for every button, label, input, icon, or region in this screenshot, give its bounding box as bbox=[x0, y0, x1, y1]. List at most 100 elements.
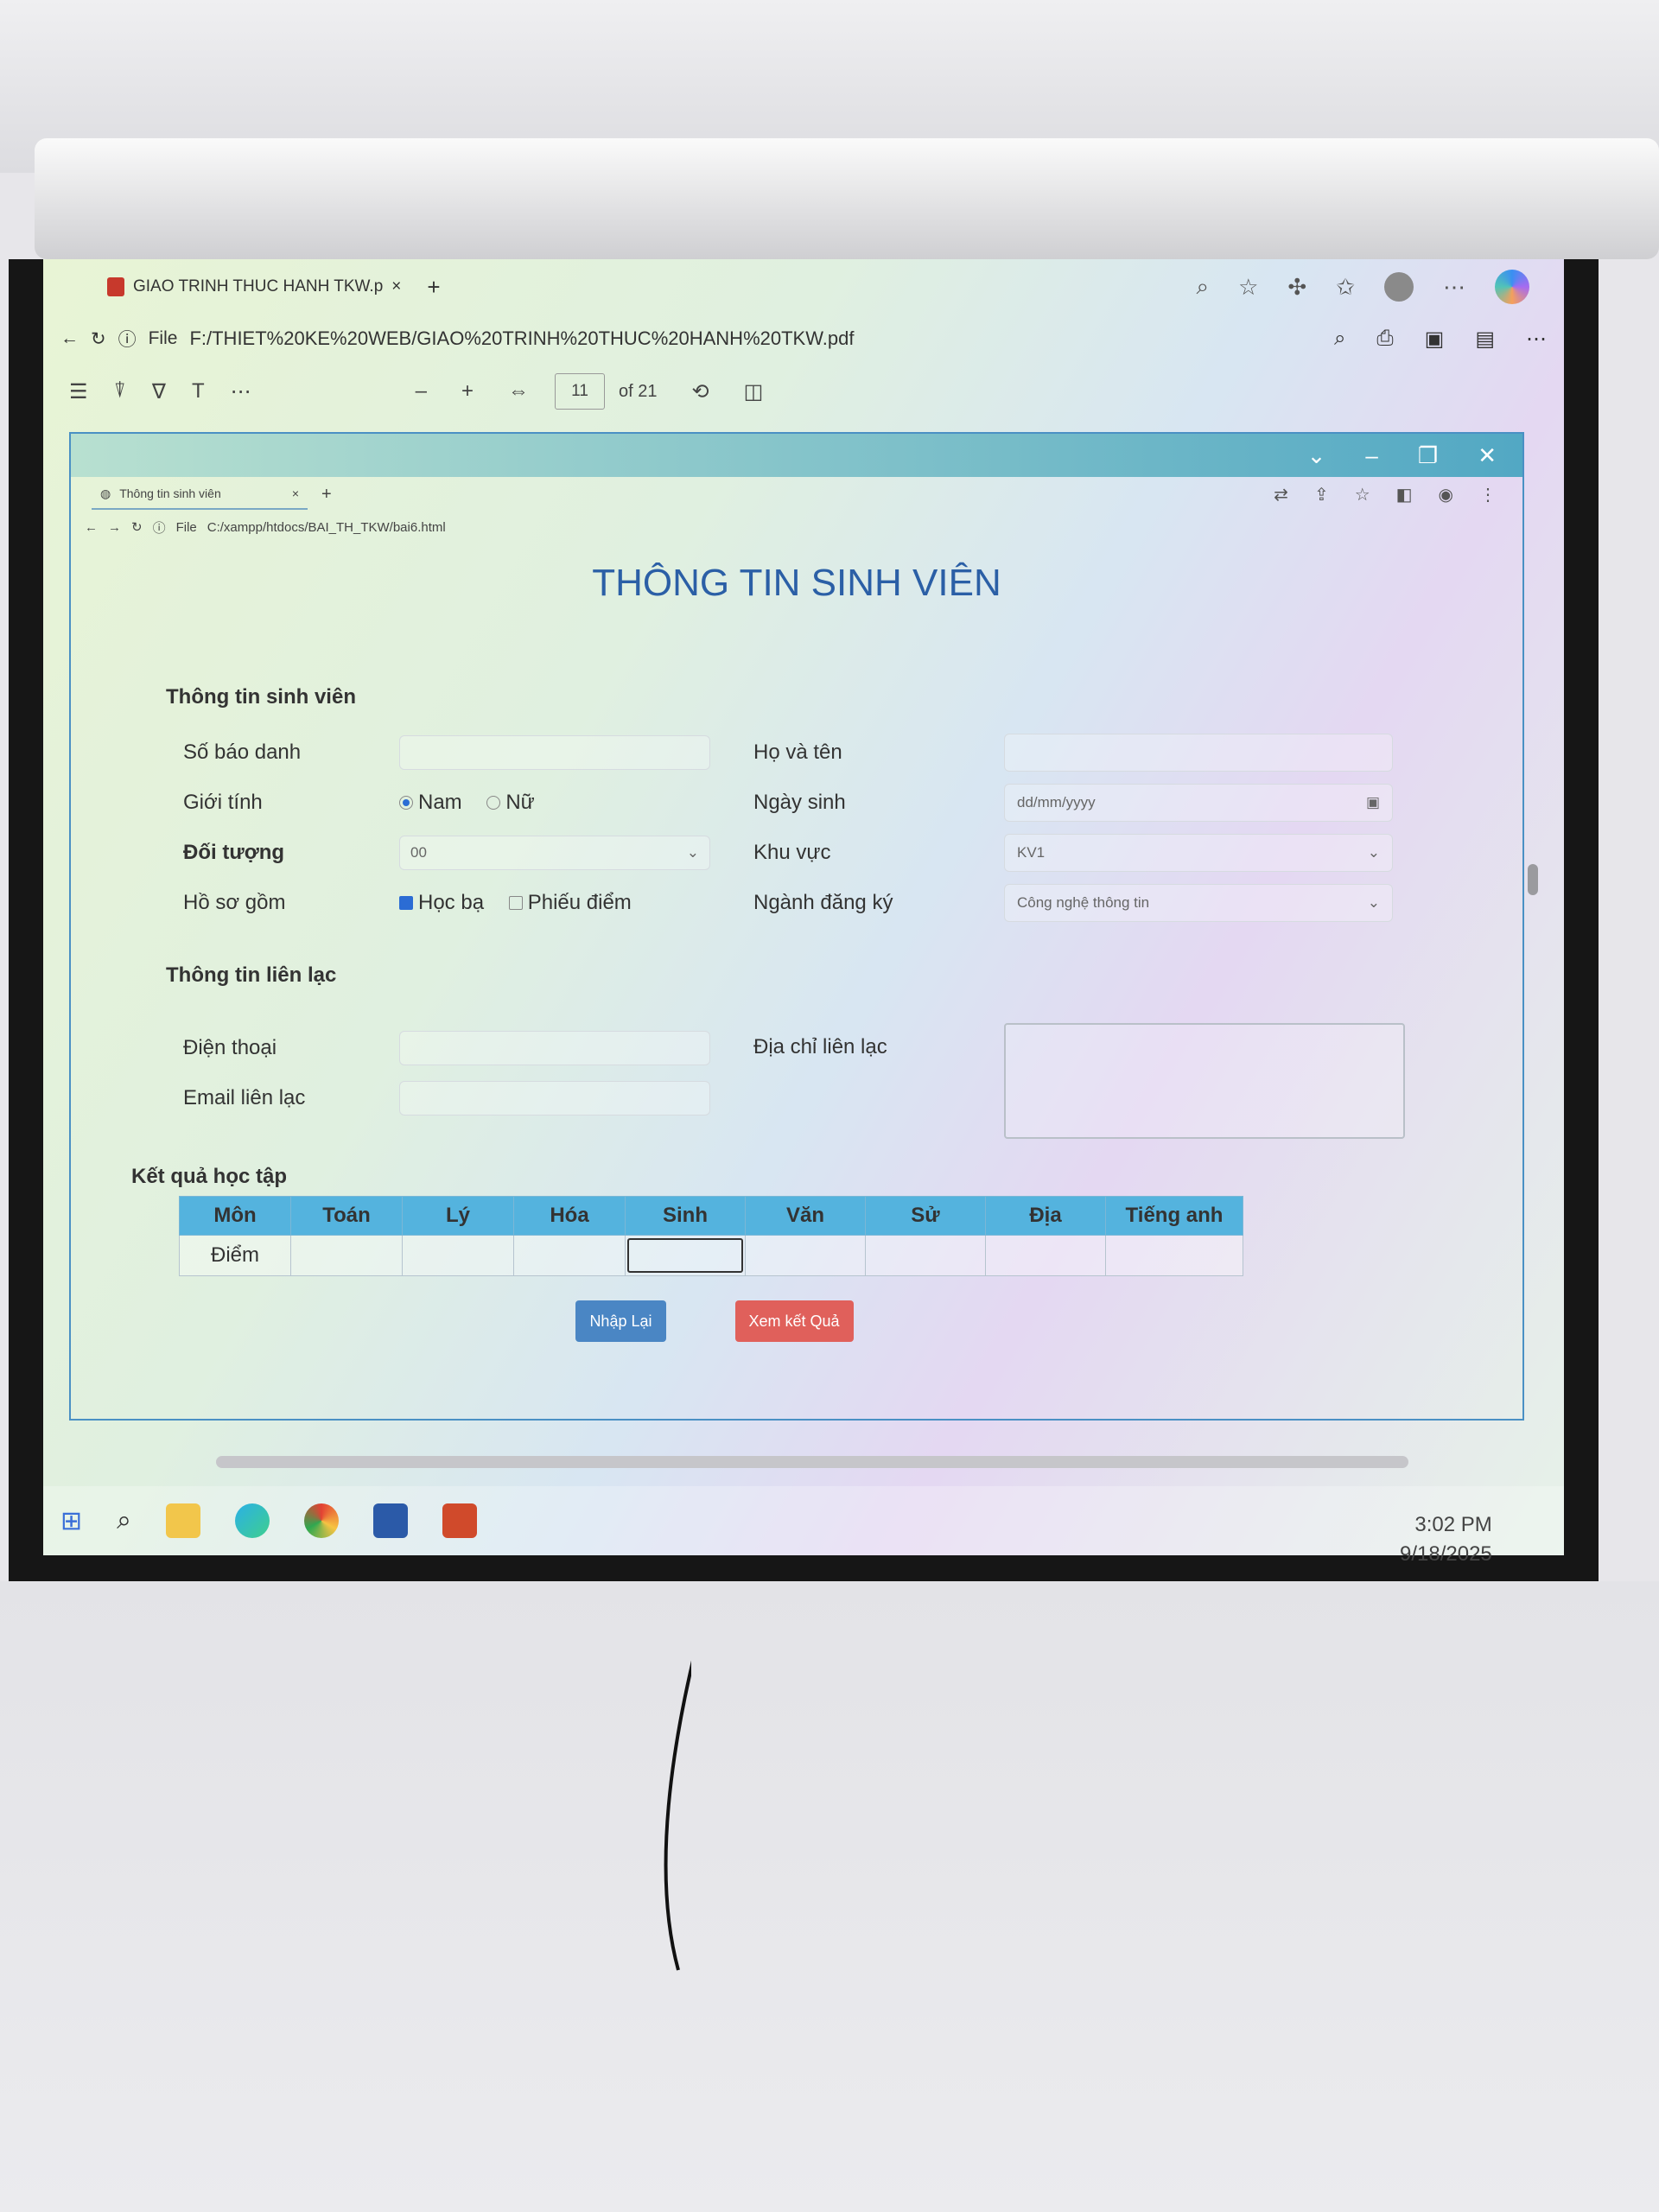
word-icon[interactable] bbox=[372, 1503, 408, 1538]
inner-forward-icon[interactable]: → bbox=[108, 520, 121, 535]
pull-cord bbox=[664, 1660, 691, 1971]
search-icon[interactable]: ⌕ bbox=[117, 1506, 131, 1535]
favorite-star-icon[interactable]: ☆ bbox=[1238, 274, 1258, 301]
powerpoint-icon[interactable] bbox=[442, 1503, 477, 1538]
share-icon[interactable]: ⇪ bbox=[1314, 484, 1329, 505]
bookmark-star-icon[interactable]: ☆ bbox=[1355, 484, 1370, 505]
refresh-icon[interactable]: ↻ bbox=[91, 328, 106, 350]
checkbox-hoc-ba[interactable] bbox=[399, 895, 413, 910]
gender-nu[interactable]: Nữ bbox=[486, 791, 535, 815]
dia-chi-textarea[interactable] bbox=[1004, 1023, 1405, 1139]
rotate-icon[interactable]: ⟲ bbox=[692, 379, 709, 404]
more-icon[interactable]: ⋯ bbox=[1526, 327, 1547, 352]
inner-close-tab-icon[interactable]: × bbox=[292, 486, 299, 500]
profile-avatar[interactable] bbox=[1384, 272, 1414, 302]
translate-icon[interactable]: ⇄ bbox=[1274, 484, 1288, 505]
new-tab-button[interactable]: + bbox=[427, 274, 440, 301]
doi-tuong-value: 00 bbox=[410, 844, 427, 861]
info-icon: ⓘ bbox=[118, 330, 137, 350]
restore-icon[interactable]: ❐ bbox=[1418, 442, 1438, 469]
ngay-sinh-input[interactable]: dd/mm/yyyy ▣ bbox=[1004, 784, 1393, 822]
nganh-select[interactable]: Công nghệ thông tin ⌄ bbox=[1004, 884, 1393, 922]
page-view-icon[interactable]: ◫ bbox=[744, 379, 764, 404]
toolbar-more-icon[interactable]: ⋯ bbox=[231, 379, 251, 404]
file-explorer-icon[interactable] bbox=[165, 1503, 200, 1538]
close-tab-icon[interactable]: × bbox=[391, 277, 401, 296]
save-icon[interactable]: ▣ bbox=[1425, 327, 1445, 352]
reset-button[interactable]: Nhập Lại bbox=[575, 1300, 666, 1342]
score-sinh[interactable] bbox=[625, 1235, 746, 1276]
calendar-icon[interactable]: ▣ bbox=[1366, 794, 1380, 811]
inner-menu-icon[interactable]: ⋮ bbox=[1479, 484, 1497, 505]
so-bao-danh-input[interactable] bbox=[399, 735, 710, 770]
ho-so-phieu-diem[interactable]: Phiếu điểm bbox=[508, 891, 632, 915]
chevron-down-icon[interactable]: ⌄ bbox=[1307, 442, 1326, 469]
highlight-icon[interactable]: ⍒ bbox=[114, 379, 126, 404]
print-icon[interactable]: ⎙ bbox=[1376, 327, 1393, 352]
save-as-icon[interactable]: ▤ bbox=[1475, 327, 1495, 352]
more-menu-icon[interactable]: ⋯ bbox=[1443, 274, 1465, 301]
checkbox-phieu-diem[interactable] bbox=[508, 895, 523, 910]
row-gioi-tinh: Giới tính Nam Nữ Ngày sinh dd/mm/yyyy ▣ bbox=[131, 778, 1427, 828]
inner-profile-icon[interactable]: ◉ bbox=[1439, 484, 1453, 505]
pdf-tab[interactable]: GIAO TRINH THUC HANH TKW.p × + bbox=[95, 265, 453, 308]
address-url[interactable]: F:/THIET%20KE%20WEB/GIAO%20TRINH%20THUC%… bbox=[189, 327, 854, 350]
radio-nam[interactable] bbox=[399, 795, 413, 810]
gender-nam[interactable]: Nam bbox=[399, 791, 462, 815]
contents-icon[interactable]: ☰ bbox=[69, 379, 88, 404]
zoom-in-button[interactable]: + bbox=[461, 379, 474, 404]
text-icon[interactable]: T bbox=[192, 379, 205, 404]
ho-so-hoc-ba[interactable]: Học bạ bbox=[399, 891, 484, 915]
inner-new-tab-button[interactable]: + bbox=[321, 485, 332, 505]
doi-tuong-select[interactable]: 00 ⌄ bbox=[399, 836, 710, 870]
chrome-icon[interactable] bbox=[303, 1503, 339, 1538]
row-email: Email liên lạc bbox=[131, 1073, 728, 1123]
header-hoa: Hóa bbox=[513, 1196, 626, 1236]
search-icon[interactable]: ⌕ bbox=[1334, 327, 1345, 352]
close-window-icon[interactable]: ✕ bbox=[1478, 442, 1497, 469]
email-input[interactable] bbox=[399, 1081, 710, 1116]
dien-thoai-input[interactable] bbox=[399, 1031, 710, 1065]
inner-refresh-icon[interactable]: ↻ bbox=[131, 519, 143, 535]
score-sinh-input[interactable] bbox=[627, 1238, 743, 1273]
zoom-out-button[interactable]: – bbox=[416, 379, 427, 404]
khu-vuc-select[interactable]: KV1 ⌄ bbox=[1004, 834, 1393, 872]
favorites-icon[interactable]: ✩ bbox=[1336, 274, 1355, 301]
pdf-address-bar: ← ↻ ⓘ File F:/THIET%20KE%20WEB/GIAO%20TR… bbox=[43, 315, 1564, 363]
khu-vuc-value: KV1 bbox=[1017, 844, 1046, 861]
back-icon[interactable]: ← bbox=[60, 328, 79, 349]
score-van[interactable] bbox=[745, 1235, 866, 1276]
score-toan[interactable] bbox=[290, 1235, 403, 1276]
pdf-tab-title: GIAO TRINH THUC HANH TKW.p bbox=[133, 277, 384, 296]
header-van: Văn bbox=[745, 1196, 866, 1236]
pdf-toolbar: ☰ ⍒ ∇ T ⋯ – + ⇔ 11 of 21 ⟲ ◫ bbox=[43, 363, 1564, 420]
score-su[interactable] bbox=[865, 1235, 986, 1276]
radio-nu[interactable] bbox=[486, 795, 501, 810]
extensions-icon[interactable]: ✣ bbox=[1287, 274, 1306, 301]
submit-button[interactable]: Xem kết Quả bbox=[734, 1300, 854, 1342]
score-dia[interactable] bbox=[985, 1235, 1106, 1276]
start-icon[interactable]: ⊞ bbox=[60, 1506, 82, 1536]
fit-page-icon[interactable]: ⇔ bbox=[508, 379, 529, 404]
pdf-file-icon bbox=[107, 277, 124, 296]
inner-tab[interactable]: ◍ Thông tin sinh viên × bbox=[92, 479, 308, 510]
score-ly[interactable] bbox=[402, 1235, 514, 1276]
zoom-icon[interactable]: ⌕ bbox=[1197, 273, 1210, 301]
row-ho-so: Hồ sơ gồm Học bạ Phiếu điểm Ngành đăng k… bbox=[131, 878, 1427, 928]
inner-address-url[interactable]: C:/xampp/htdocs/BAI_TH_TKW/bai6.html bbox=[207, 520, 446, 535]
ho-ten-input[interactable] bbox=[1004, 734, 1393, 772]
minimize-icon[interactable]: – bbox=[1365, 442, 1377, 469]
edge-icon[interactable] bbox=[234, 1503, 270, 1538]
inner-title-bar: ⌄ – ❐ ✕ bbox=[71, 434, 1522, 477]
inner-back-icon[interactable]: ← bbox=[85, 520, 98, 535]
score-hoa[interactable] bbox=[513, 1235, 626, 1276]
page-number-input[interactable]: 11 bbox=[555, 373, 606, 410]
draw-icon[interactable]: ∇ bbox=[152, 379, 166, 404]
copilot-icon[interactable] bbox=[1495, 270, 1529, 304]
horizontal-scrollbar[interactable] bbox=[216, 1456, 1408, 1468]
chevron-down-icon: ⌄ bbox=[1367, 844, 1380, 861]
score-tieng-anh[interactable] bbox=[1105, 1235, 1243, 1276]
section-contact: Thông tin liên lạc bbox=[166, 963, 337, 987]
sidebar-icon[interactable]: ◧ bbox=[1396, 484, 1413, 505]
vertical-scrollbar[interactable] bbox=[1528, 864, 1538, 895]
